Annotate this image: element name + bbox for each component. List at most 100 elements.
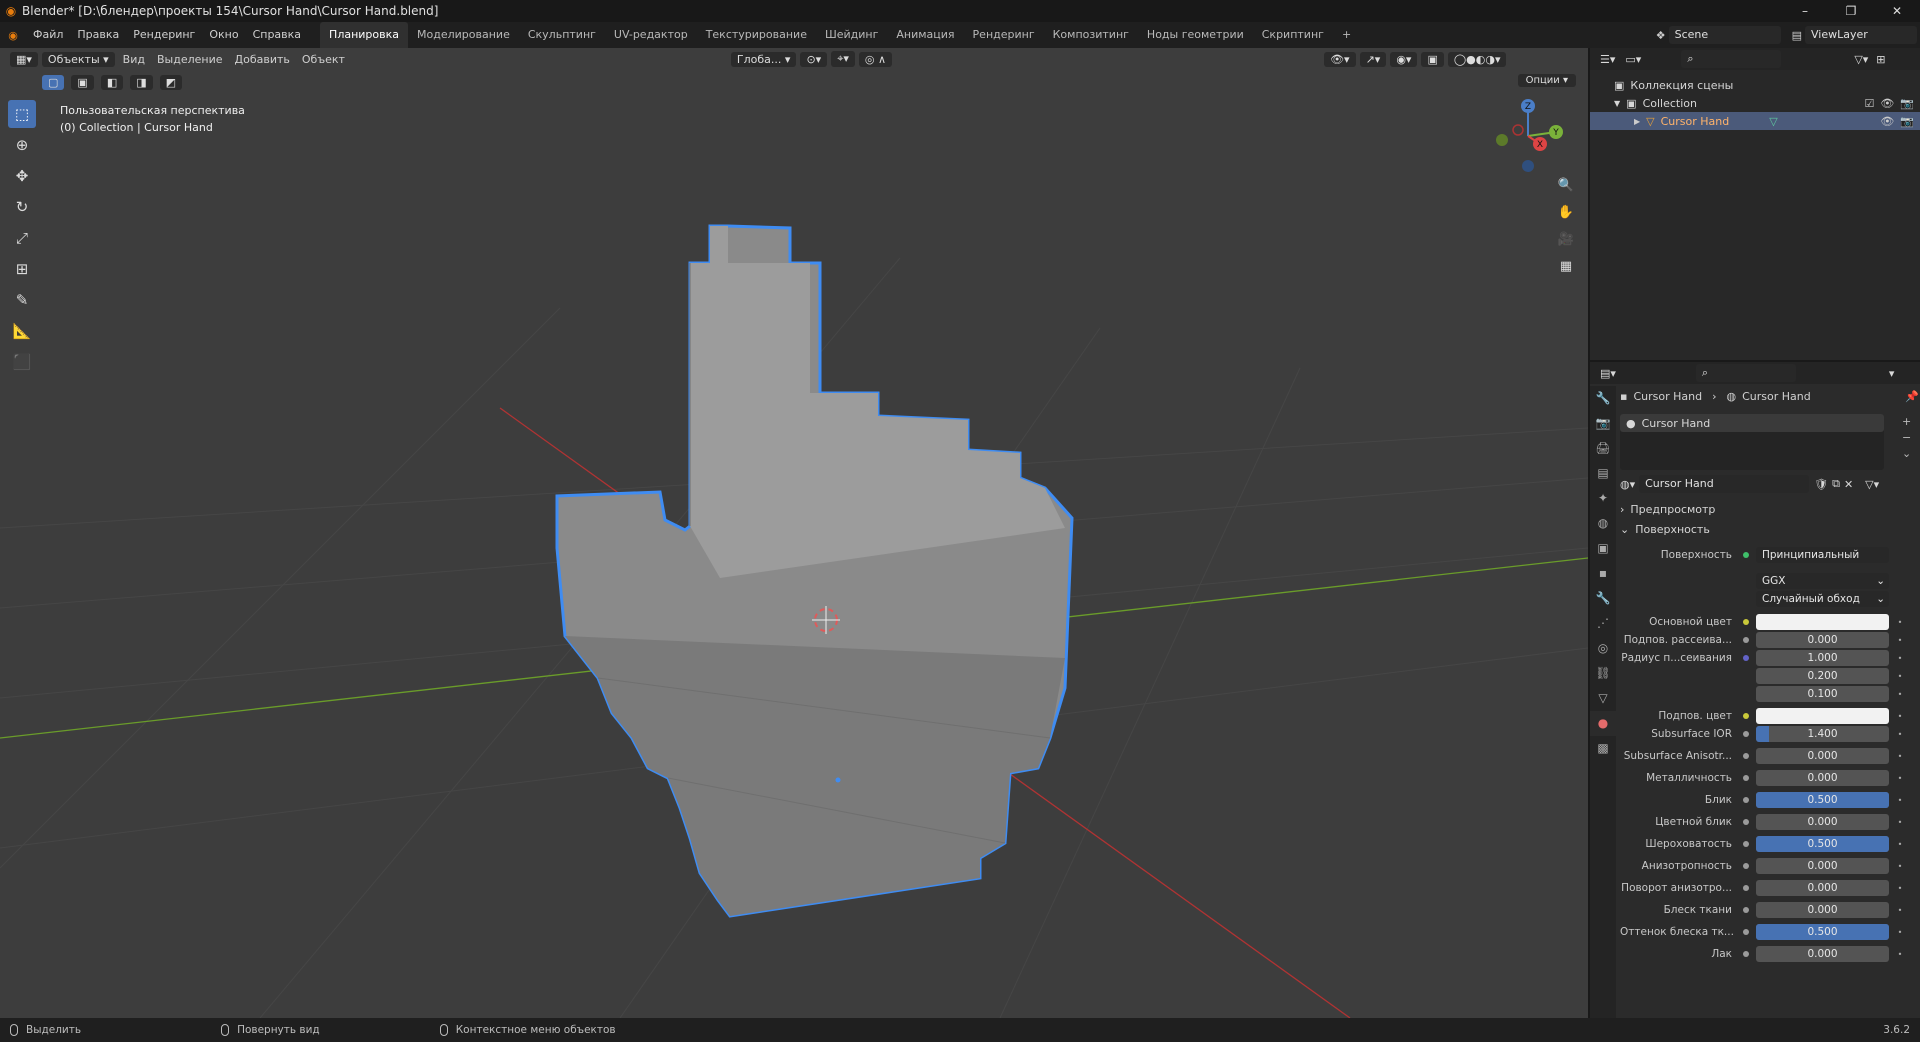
tab-rendering[interactable]: Рендеринг bbox=[964, 22, 1044, 48]
add-cube-tool-icon[interactable]: ⬛ bbox=[8, 348, 36, 376]
visibility-eye-icon[interactable]: 👁 bbox=[1880, 97, 1894, 110]
navigation-gizmo[interactable]: Z Y X bbox=[1488, 96, 1568, 176]
overlay-toggle-icon[interactable]: ◉▾ bbox=[1390, 51, 1418, 67]
visibility-icon[interactable]: 👁▾ bbox=[1324, 51, 1356, 67]
editor-type-button[interactable]: ▦▾ bbox=[10, 51, 38, 67]
keyframe-dot-icon[interactable]: • bbox=[1893, 690, 1907, 699]
3d-viewport[interactable]: ▦▾ Объекты ▾ Вид Выделение Добавить Объе… bbox=[0, 48, 1588, 1018]
number-field[interactable]: 1.000 bbox=[1756, 650, 1889, 666]
select-invert-icon[interactable]: ◨ bbox=[130, 75, 153, 90]
tab-uv-editing[interactable]: UV-редактор bbox=[605, 22, 697, 48]
cursor-tool-icon[interactable]: ⊕ bbox=[8, 131, 36, 159]
exclude-checkbox-icon[interactable]: ☑ bbox=[1864, 97, 1874, 110]
measure-tool-icon[interactable]: 📐 bbox=[8, 317, 36, 345]
xray-icon[interactable]: ▣ bbox=[1421, 51, 1444, 67]
material-browse-icon[interactable]: ◍▾ bbox=[1620, 478, 1635, 491]
surface-shader-dropdown[interactable]: Принципиальный BSDF bbox=[1756, 547, 1889, 563]
input-socket-icon[interactable] bbox=[1740, 860, 1752, 872]
outliner-row-scene-collection[interactable]: ▣ Коллекция сцены bbox=[1590, 76, 1920, 94]
scale-tool-icon[interactable]: ⤢ bbox=[8, 224, 36, 252]
node-tree-icon[interactable]: ▽▾ bbox=[1865, 478, 1879, 491]
move-tool-icon[interactable]: ✥ bbox=[8, 162, 36, 190]
keyframe-dot-icon[interactable]: • bbox=[1893, 672, 1907, 681]
keyframe-dot-icon[interactable]: • bbox=[1893, 636, 1907, 645]
tab-layout[interactable]: Планировка bbox=[320, 22, 409, 48]
tab-texture-paint[interactable]: Текстурирование bbox=[697, 22, 816, 48]
select-box-tool-icon[interactable]: ⬚ bbox=[8, 100, 36, 128]
viewlayer-field[interactable]: ViewLayer bbox=[1805, 26, 1917, 44]
tab-sculpting[interactable]: Скульптинг bbox=[519, 22, 605, 48]
number-field[interactable]: 0.500 bbox=[1756, 924, 1889, 940]
tab-compositing[interactable]: Композитинг bbox=[1044, 22, 1138, 48]
object-tab-icon[interactable]: ▪ bbox=[1590, 561, 1616, 586]
number-field[interactable]: 0.000 bbox=[1756, 946, 1889, 962]
outliner-editor-icon[interactable]: ☰▾ bbox=[1600, 53, 1615, 66]
surface-panel-header[interactable]: ⌄ Поверхность bbox=[1620, 520, 1920, 538]
snap-icon[interactable]: ⌖▾ bbox=[831, 51, 855, 67]
world-tab-icon[interactable]: ◍ bbox=[1590, 511, 1616, 536]
menu-add[interactable]: Добавить bbox=[229, 53, 296, 66]
input-socket-icon[interactable] bbox=[1740, 948, 1752, 960]
keyframe-dot-icon[interactable]: • bbox=[1893, 730, 1907, 739]
ortho-grid-icon[interactable]: ▦ bbox=[1554, 255, 1578, 279]
expand-arrow-icon[interactable]: ▼ bbox=[1614, 99, 1620, 108]
input-socket-icon[interactable] bbox=[1740, 904, 1752, 916]
unlink-material-icon[interactable]: ✕ bbox=[1844, 478, 1853, 491]
menu-render[interactable]: Рендеринг bbox=[126, 22, 202, 48]
distribution-dropdown[interactable]: GGX ⌄ bbox=[1756, 573, 1889, 589]
shading-modes-icon[interactable]: ◯●◐◑▾ bbox=[1447, 51, 1507, 67]
data-tab-icon[interactable]: ▽ bbox=[1590, 686, 1616, 711]
add-slot-icon[interactable]: + bbox=[1902, 414, 1911, 430]
physics-tab-icon[interactable]: ◎ bbox=[1590, 636, 1616, 661]
scene-tab-icon[interactable]: ✦ bbox=[1590, 486, 1616, 511]
number-field[interactable]: 0.500 bbox=[1756, 836, 1889, 852]
keyframe-dot-icon[interactable]: • bbox=[1893, 840, 1907, 849]
number-field[interactable]: 0.000 bbox=[1756, 858, 1889, 874]
restore-button[interactable]: ❐ bbox=[1828, 0, 1874, 22]
input-socket-icon[interactable] bbox=[1740, 728, 1752, 740]
annotate-tool-icon[interactable]: ✎ bbox=[8, 286, 36, 314]
keyframe-dot-icon[interactable]: • bbox=[1893, 618, 1907, 627]
input-socket-icon[interactable] bbox=[1740, 634, 1752, 646]
cursor-hand-mesh[interactable] bbox=[555, 224, 1074, 918]
scene-field[interactable]: Scene bbox=[1668, 26, 1781, 44]
keyframe-dot-icon[interactable]: • bbox=[1893, 818, 1907, 827]
select-extend-icon[interactable]: ▣ bbox=[71, 75, 94, 90]
select-new-icon[interactable]: ▢ bbox=[42, 75, 65, 90]
constraints-tab-icon[interactable]: ⛓ bbox=[1590, 661, 1616, 686]
rotate-tool-icon[interactable]: ↻ bbox=[8, 193, 36, 221]
render-camera-icon[interactable]: 📷 bbox=[1900, 97, 1914, 110]
number-field[interactable]: 0.000 bbox=[1756, 880, 1889, 896]
number-field[interactable]: 0.000 bbox=[1756, 770, 1889, 786]
material-tab-icon[interactable]: ● bbox=[1590, 711, 1616, 736]
color-swatch[interactable] bbox=[1756, 614, 1889, 630]
orientation-dropdown[interactable]: Глоба... ▾ bbox=[730, 51, 797, 67]
subsurface-method-dropdown[interactable]: Случайный обход ⌄ bbox=[1756, 591, 1889, 607]
number-field[interactable]: 0.000 bbox=[1756, 902, 1889, 918]
menu-file[interactable]: Файл bbox=[26, 22, 70, 48]
keyframe-dot-icon[interactable]: • bbox=[1893, 654, 1907, 663]
filter-icon[interactable]: ▽▾ bbox=[1854, 53, 1868, 66]
material-name-field[interactable]: Cursor Hand bbox=[1639, 475, 1810, 493]
number-field[interactable]: 0.000 bbox=[1756, 814, 1889, 830]
input-socket-icon[interactable] bbox=[1740, 710, 1752, 722]
material-slot-item[interactable]: ● Cursor Hand bbox=[1620, 414, 1884, 432]
pin-icon[interactable]: 📌 bbox=[1905, 390, 1919, 403]
outliner-row-cursor-hand[interactable]: ▶ ▽ Cursor Hand ▽ 👁 📷 bbox=[1590, 112, 1920, 130]
input-socket-icon[interactable] bbox=[1740, 772, 1752, 784]
menu-edit[interactable]: Правка bbox=[70, 22, 126, 48]
keyframe-dot-icon[interactable]: • bbox=[1893, 906, 1907, 915]
input-socket-icon[interactable] bbox=[1740, 816, 1752, 828]
tab-animation[interactable]: Анимация bbox=[887, 22, 963, 48]
number-field[interactable]: 0.500 bbox=[1756, 792, 1889, 808]
tool-tab-icon[interactable]: 🔧 bbox=[1590, 386, 1616, 411]
transform-tool-icon[interactable]: ⊞ bbox=[8, 255, 36, 283]
add-workspace-button[interactable]: + bbox=[1333, 22, 1360, 48]
blender-menu-icon[interactable]: ◉ bbox=[0, 29, 26, 42]
camera-view-icon[interactable]: 🎥 bbox=[1554, 228, 1578, 252]
input-socket-icon[interactable] bbox=[1740, 838, 1752, 850]
proportional-edit-icon[interactable]: ◎ ∧ bbox=[858, 51, 893, 67]
render-camera-icon[interactable]: 📷 bbox=[1900, 115, 1914, 128]
number-field[interactable]: 0.000 bbox=[1756, 632, 1889, 648]
options-dropdown[interactable]: Опции ▾ bbox=[1517, 74, 1576, 87]
